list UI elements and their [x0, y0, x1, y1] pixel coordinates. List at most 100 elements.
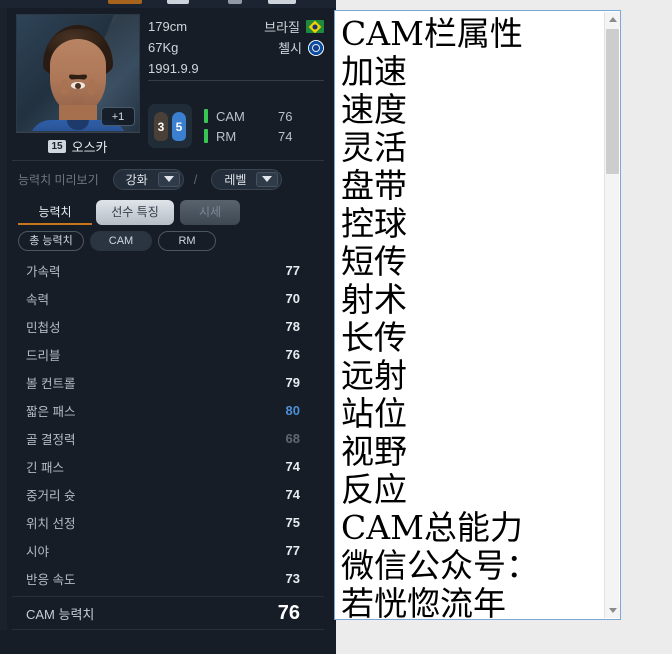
notepad-line: 速度	[341, 90, 407, 129]
stat-row: 볼 컨트롤 79	[0, 368, 336, 396]
player-nationality-group: 브라질	[264, 17, 324, 36]
total-rating-label: CAM 능력치	[26, 606, 95, 622]
player-detail-panel-inner: +1 15 오스카 179cm 브라질 67Kg 첼시 1991.9.9 3 5…	[0, 0, 336, 630]
scroll-down-arrow-icon[interactable]	[605, 603, 620, 618]
stat-preview-row: 능력치 미리보기 강화 / 레벨	[0, 160, 336, 198]
bio-divider	[148, 80, 324, 81]
stat-name: 중거리 슛	[26, 488, 76, 503]
cropped-toolbar-item-3	[228, 0, 242, 4]
position-rating-list: CAM 76 RM 74	[204, 106, 292, 146]
stat-value: 77	[285, 262, 300, 278]
stat-value: 74	[285, 458, 300, 474]
scrollbar-thumb[interactable]	[606, 29, 619, 174]
dropdown-separator: /	[193, 171, 198, 187]
subtab-cam[interactable]: CAM	[90, 231, 152, 251]
bio-row-weight: 67Kg 첼시	[148, 37, 324, 58]
stat-value: 76	[285, 346, 300, 362]
notepad-line: 微信公众号：	[341, 546, 539, 585]
chelsea-crest-icon	[308, 39, 324, 56]
vertical-scrollbar[interactable]	[604, 12, 620, 618]
player-photo[interactable]: +1	[16, 14, 140, 132]
stat-value: 79	[285, 374, 300, 390]
tab-player-traits[interactable]: 선수 특징	[96, 200, 174, 225]
stat-name: 속력	[26, 292, 50, 307]
position-name: CAM	[216, 108, 245, 124]
stat-row: 반응 속도 73	[0, 564, 336, 592]
eye-right	[71, 82, 84, 89]
position-row: RM 74	[204, 126, 292, 146]
enhance-dropdown[interactable]: 강화	[112, 168, 184, 190]
stat-row: 짧은 패스 80	[0, 396, 336, 424]
player-header: +1 15 오스카 179cm 브라질 67Kg 첼시 1991.9.9 3 5…	[0, 8, 336, 160]
player-height: 179cm	[148, 19, 188, 34]
nose	[71, 89, 85, 106]
player-detail-panel: +1 15 오스카 179cm 브라질 67Kg 첼시 1991.9.9 3 5…	[0, 0, 336, 654]
position-block: 3 5 CAM 76 RM 74	[148, 104, 328, 150]
tab-abilities[interactable]: 능력치	[18, 200, 92, 225]
stat-name: 짧은 패스	[26, 404, 76, 419]
stat-row: 긴 패스 74	[0, 452, 336, 480]
stat-value: 75	[285, 514, 300, 530]
position-rating: 74	[278, 128, 293, 144]
player-birthdate: 1991.9.9	[148, 61, 199, 76]
cropped-top-toolbar	[0, 0, 336, 8]
player-bio: 179cm 브라질 67Kg 첼시 1991.9.9	[148, 16, 324, 79]
bio-row-height: 179cm 브라질	[148, 16, 324, 37]
notepad-line: 盘带	[341, 166, 407, 205]
stat-value: 68	[285, 430, 300, 446]
tab-market-price[interactable]: 시세	[180, 200, 240, 225]
player-club: 첼시	[278, 41, 302, 56]
bio-row-birthdate: 1991.9.9	[148, 58, 324, 79]
chevron-down-icon[interactable]	[256, 171, 279, 187]
stat-list: 가속력 77 속력 70 민첩성 78 드리블 76 볼 컨트롤 79 짧은 패…	[0, 256, 336, 630]
ear-right	[87, 79, 96, 95]
notepad-window[interactable]: CAM栏属性 加速 速度 灵活 盘带 控球 短传 射术 长传 远射 站位 视野 …	[334, 10, 621, 620]
subtab-total[interactable]: 총 능력치	[18, 231, 84, 251]
notepad-line: 控球	[341, 204, 407, 243]
cropped-toolbar-item-2	[167, 0, 189, 4]
weak-foot-icon: 3	[154, 112, 168, 141]
stat-value: 73	[285, 570, 300, 586]
ear-left	[60, 79, 69, 95]
notepad-line: 远射	[341, 356, 407, 395]
stat-name: 긴 패스	[26, 460, 64, 475]
strong-foot-value: 5	[175, 119, 183, 134]
notepad-line: 长传	[341, 318, 407, 357]
notepad-line: CAM总能力	[341, 508, 523, 547]
chevron-down-icon[interactable]	[157, 171, 180, 187]
stat-value: 70	[285, 290, 300, 306]
screenshot-root: +1 15 오스카 179cm 브라질 67Kg 첼시 1991.9.9 3 5…	[0, 0, 672, 654]
stat-row: 시야 77	[0, 536, 336, 564]
notepad-line: 若恍惚流年	[341, 584, 506, 620]
strong-foot-icon: 5	[172, 112, 186, 141]
subtab-rm[interactable]: RM	[158, 231, 216, 251]
notepad-line: 射术	[341, 280, 407, 319]
main-tabs: 능력치 선수 특징 시세	[0, 200, 336, 226]
position-rating: 76	[278, 108, 293, 124]
stat-name: 민첩성	[26, 320, 61, 335]
player-name-row: 15 오스카	[16, 132, 140, 156]
stat-name: 시야	[26, 544, 50, 559]
enhance-dropdown-value: 강화	[125, 172, 148, 187]
player-club-group: 첼시	[278, 38, 324, 57]
stat-row: 속력 70	[0, 284, 336, 312]
notepad-text-area[interactable]: CAM栏属性 加速 速度 灵活 盘带 控球 短传 射术 长传 远射 站位 视野 …	[335, 11, 604, 620]
position-bar-icon	[204, 109, 208, 123]
player-weight: 67Kg	[148, 40, 179, 55]
position-bar-icon	[204, 129, 208, 143]
player-nationality: 브라질	[264, 20, 300, 35]
notepad-line: 短传	[341, 242, 407, 281]
notepad-line: 站位	[341, 394, 407, 433]
cropped-toolbar-item-1	[108, 0, 142, 4]
cropped-toolbar-item-4	[268, 0, 296, 4]
stat-row: 민첩성 78	[0, 312, 336, 340]
stat-name: 반응 속도	[26, 572, 76, 587]
position-row: CAM 76	[204, 106, 292, 126]
scroll-up-arrow-icon[interactable]	[605, 12, 620, 27]
brazil-flag-icon	[306, 20, 324, 33]
level-dropdown[interactable]: 레벨	[211, 168, 283, 190]
enhancement-badge: +1	[101, 107, 135, 126]
notepad-line: 反应	[341, 470, 407, 509]
stat-name: 드리블	[26, 348, 61, 363]
stat-row: 중거리 슛 74	[0, 480, 336, 508]
